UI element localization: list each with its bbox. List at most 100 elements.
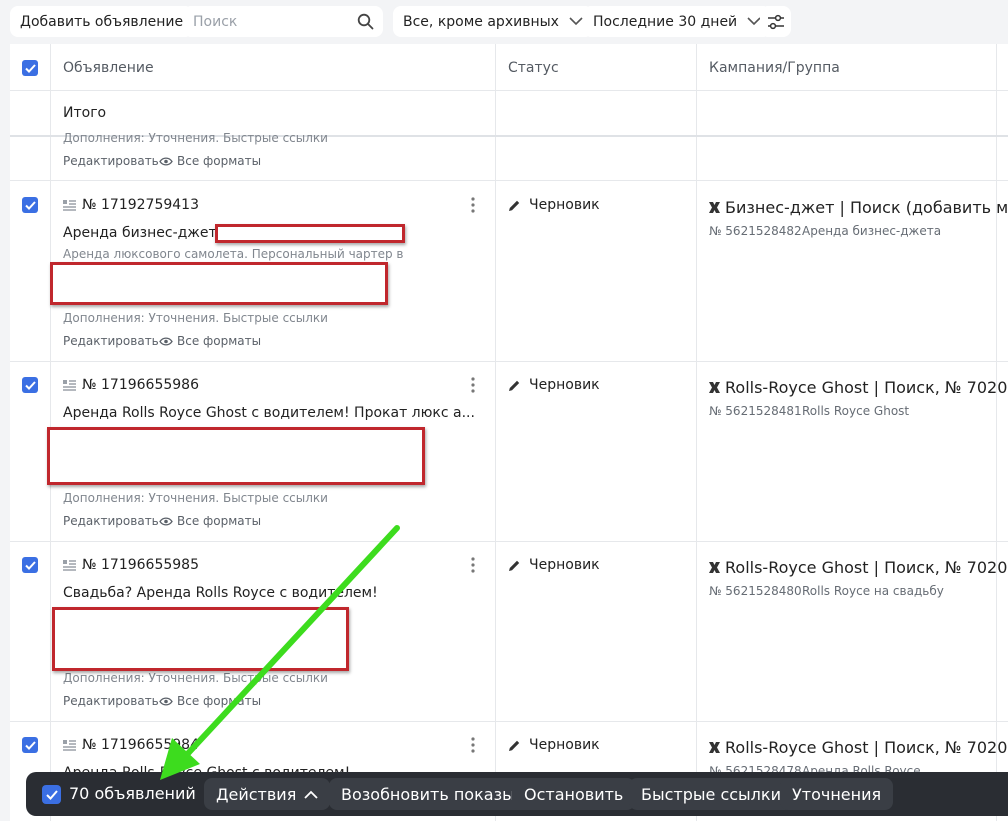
more-menu-icon[interactable] bbox=[471, 737, 475, 753]
edit-link[interactable]: Редактировать bbox=[63, 694, 159, 708]
edit-link[interactable]: Редактировать bbox=[63, 514, 159, 528]
column-divider bbox=[495, 44, 496, 821]
ad-text: Аренда люксового самолета. Персональный … bbox=[63, 247, 404, 261]
search-field[interactable] bbox=[183, 6, 383, 37]
all-formats-label: Все форматы bbox=[177, 514, 262, 528]
period-filter-label: Последние 30 дней bbox=[593, 13, 738, 30]
pencil-icon bbox=[509, 380, 520, 391]
edit-link[interactable]: Редактировать bbox=[63, 154, 159, 168]
campaign-link[interactable]: Rolls-Royce Ghost | Поиск, № 702083( bbox=[709, 738, 1008, 757]
text-ad-icon bbox=[63, 199, 76, 211]
campaign-type-icon bbox=[709, 562, 720, 573]
actions-button[interactable]: Действия bbox=[204, 778, 331, 810]
campaign-type-icon bbox=[709, 382, 720, 393]
checkmark-icon bbox=[24, 740, 36, 750]
more-menu-icon[interactable] bbox=[471, 377, 475, 393]
ad-number[interactable]: № 17196655985 bbox=[63, 557, 199, 573]
edit-link[interactable]: Редактировать bbox=[63, 334, 159, 348]
quick-links-button[interactable]: Быстрые ссылки bbox=[629, 778, 793, 810]
period-filter-dropdown[interactable]: Последние 30 дней bbox=[583, 6, 772, 37]
all-formats-link[interactable]: Все форматы bbox=[159, 694, 261, 708]
total-label: Итого bbox=[63, 105, 107, 121]
resume-label: Возобновить показы bbox=[341, 784, 515, 804]
group-name[interactable]: Rolls Royce Ghost bbox=[802, 404, 909, 418]
redaction-box bbox=[215, 224, 405, 243]
edit-link-label: Редактировать bbox=[63, 514, 159, 528]
redaction-box bbox=[50, 262, 388, 305]
column-header-campaign[interactable]: Кампания/Группа bbox=[709, 60, 840, 76]
ad-number-label: № 17192759413 bbox=[82, 197, 199, 213]
text-ad-icon bbox=[63, 559, 76, 571]
selected-count: 70 объявлений bbox=[69, 784, 196, 803]
status-cell: Черновик bbox=[508, 377, 600, 393]
row-checkbox[interactable] bbox=[22, 377, 38, 393]
all-formats-label: Все форматы bbox=[177, 334, 262, 348]
status-label: Черновик bbox=[529, 737, 600, 753]
add-ad-label: Добавить объявление bbox=[20, 13, 184, 30]
checkmark-icon bbox=[24, 560, 36, 570]
toolbar: Добавить объявление Все, кроме архивных … bbox=[0, 0, 1008, 44]
search-input[interactable] bbox=[193, 13, 353, 30]
chevron-up-icon bbox=[304, 790, 318, 799]
edit-link-label: Редактировать bbox=[63, 334, 159, 348]
row-checkbox[interactable] bbox=[22, 557, 38, 573]
ad-number-label: № 17196655984 bbox=[82, 737, 199, 753]
ad-extras: Дополнения: Уточнения. Быстрые ссылки bbox=[63, 671, 328, 685]
campaign-link[interactable]: Rolls-Royce Ghost | Поиск, № 702083( bbox=[709, 378, 1008, 397]
select-all-checkbox[interactable] bbox=[22, 60, 38, 76]
campaign-type-icon bbox=[709, 742, 720, 753]
all-formats-link[interactable]: Все форматы bbox=[159, 154, 261, 168]
all-formats-label: Все форматы bbox=[177, 694, 262, 708]
ad-title[interactable]: Аренда бизнес-джета с bbox=[63, 225, 237, 241]
group-name[interactable]: Rolls Royce на свадьбу bbox=[802, 584, 944, 598]
edit-link-label: Редактировать bbox=[63, 154, 159, 168]
column-divider bbox=[996, 44, 997, 821]
column-header-status[interactable]: Статус bbox=[508, 60, 559, 76]
campaign-link[interactable]: Бизнес-джет | Поиск (добавить мин bbox=[709, 198, 1008, 217]
clarifications-label: Уточнения bbox=[792, 784, 882, 804]
ad-number[interactable]: № 17196655984 bbox=[63, 737, 199, 753]
ad-title[interactable]: Аренда Rolls Royce Ghost с водителем! Пр… bbox=[63, 405, 475, 421]
bulk-select-checkbox[interactable] bbox=[42, 785, 61, 804]
clarifications-button[interactable]: Уточнения bbox=[780, 778, 894, 810]
row-checkbox[interactable] bbox=[22, 737, 38, 753]
eye-icon bbox=[159, 336, 173, 346]
stop-button[interactable]: Остановить bbox=[512, 778, 636, 810]
more-menu-icon[interactable] bbox=[471, 197, 475, 213]
checkmark-icon bbox=[24, 63, 36, 73]
campaign-name: Rolls-Royce Ghost | Поиск, № 702083( bbox=[725, 558, 1008, 577]
campaign-link[interactable]: Rolls-Royce Ghost | Поиск, № 702083( bbox=[709, 558, 1008, 577]
pencil-icon bbox=[509, 740, 520, 751]
group-id: № 5621528482 bbox=[709, 224, 802, 238]
ad-extras: Дополнения: Уточнения. Быстрые ссылки bbox=[63, 491, 328, 505]
ad-number[interactable]: № 17192759413 bbox=[63, 197, 199, 213]
ads-table: Объявление Статус Кампания/Группа Итого … bbox=[10, 44, 1008, 821]
all-formats-link[interactable]: Все форматы bbox=[159, 334, 261, 348]
status-filter-dropdown[interactable]: Все, кроме архивных bbox=[393, 6, 593, 37]
group-id: № 5621528481 bbox=[709, 404, 802, 418]
resume-button[interactable]: Возобновить показы bbox=[329, 778, 527, 810]
status-label: Черновик bbox=[529, 377, 600, 393]
status-cell: Черновик bbox=[508, 557, 600, 573]
all-formats-label: Все форматы bbox=[177, 154, 262, 168]
group-name[interactable]: Аренда бизнес-джета bbox=[802, 224, 941, 238]
add-ad-button[interactable]: Добавить объявление bbox=[10, 6, 194, 37]
row-divider bbox=[10, 90, 1008, 91]
all-formats-link[interactable]: Все форматы bbox=[159, 514, 261, 528]
bulk-actions-bar: 70 объявлений Действия Возобновить показ… bbox=[26, 772, 1008, 816]
ad-number[interactable]: № 17196655986 bbox=[63, 377, 199, 393]
column-header-ad[interactable]: Объявление bbox=[63, 60, 154, 76]
settings-filter-button[interactable] bbox=[760, 6, 791, 37]
pencil-icon bbox=[509, 560, 520, 571]
row-checkbox[interactable] bbox=[22, 197, 38, 213]
search-icon[interactable] bbox=[357, 13, 374, 30]
ad-title[interactable]: Свадьба? Аренда Rolls Royce с водителем! bbox=[63, 585, 378, 601]
eye-icon bbox=[159, 696, 173, 706]
status-filter-label: Все, кроме архивных bbox=[403, 13, 559, 30]
quick-links-label: Быстрые ссылки bbox=[641, 784, 781, 804]
checkmark-icon bbox=[24, 380, 36, 390]
pencil-icon bbox=[509, 200, 520, 211]
eye-icon bbox=[159, 516, 173, 526]
more-menu-icon[interactable] bbox=[471, 557, 475, 573]
chevron-down-icon bbox=[569, 17, 583, 26]
